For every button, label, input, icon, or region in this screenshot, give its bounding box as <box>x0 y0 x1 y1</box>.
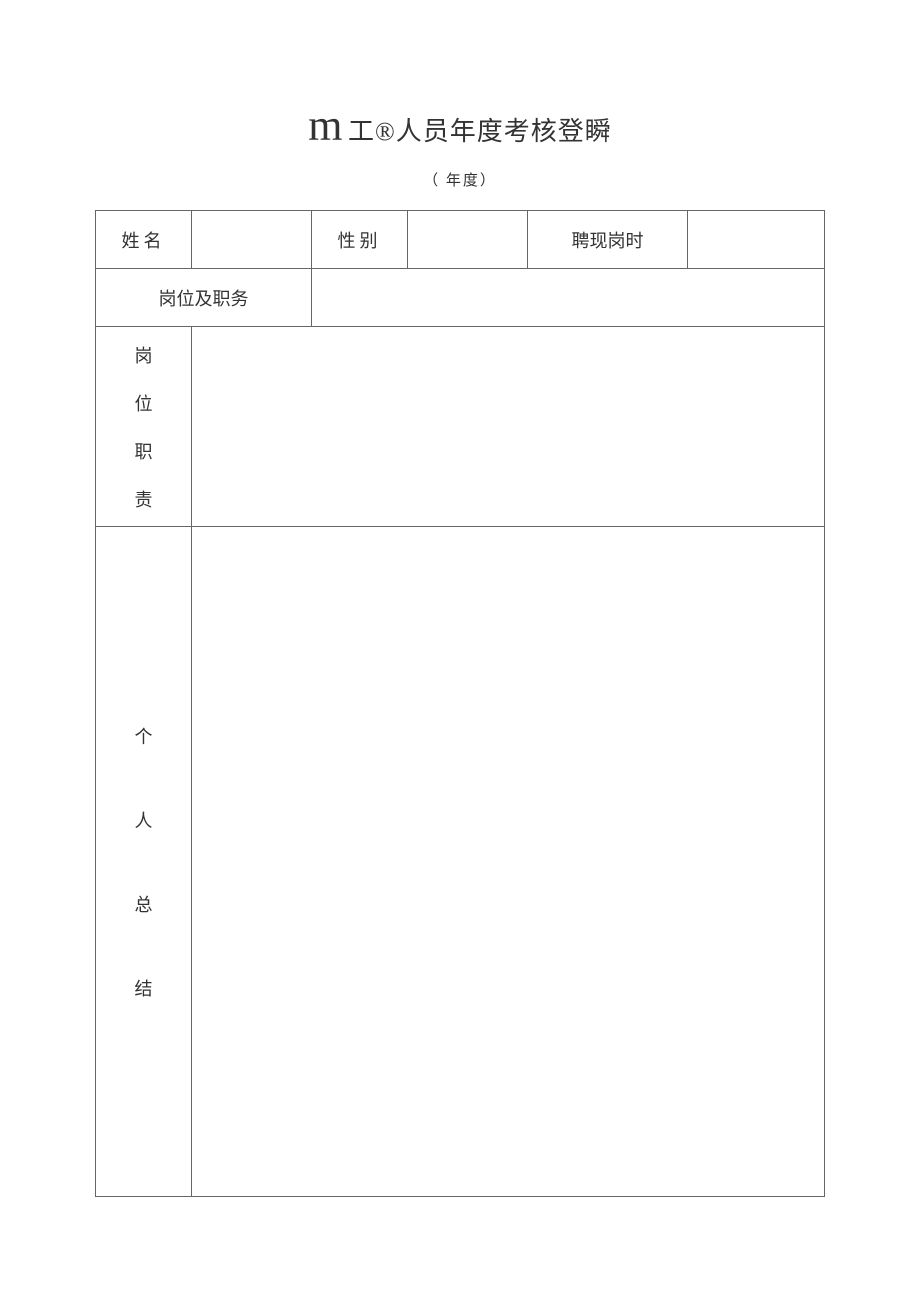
assessment-form-table: 姓名 性别 聘现岗时 岗位及职务 岗 位 职 责 <box>95 210 825 1197</box>
table-row: 岗位及职务 <box>96 269 825 327</box>
table-row: 个 人 总 结 <box>96 527 825 1197</box>
document-title: m 工®人员年度考核登瞬 <box>95 100 825 151</box>
summary-label: 个 人 总 结 <box>96 527 192 1197</box>
page-container: m 工®人员年度考核登瞬 （ 年度） 姓名 性别 聘现岗时 岗位及职务 <box>0 0 920 1257</box>
duties-label: 岗 位 职 责 <box>96 327 192 527</box>
name-value <box>192 211 312 269</box>
document-subtitle: （ 年度） <box>95 169 825 190</box>
title-prefix: m <box>308 101 340 150</box>
hire-time-label: 聘现岗时 <box>528 211 688 269</box>
duties-value <box>192 327 825 527</box>
position-value <box>312 269 825 327</box>
hire-time-value <box>688 211 825 269</box>
summary-value <box>192 527 825 1197</box>
title-text: 工®人员年度考核登瞬 <box>340 117 611 146</box>
duties-label-text: 岗 位 职 责 <box>96 327 191 526</box>
name-label: 姓名 <box>96 211 192 269</box>
summary-label-text: 个 人 总 结 <box>96 527 191 1196</box>
position-label: 岗位及职务 <box>96 269 312 327</box>
gender-label: 性别 <box>312 211 408 269</box>
gender-value <box>408 211 528 269</box>
table-row: 岗 位 职 责 <box>96 327 825 527</box>
table-row: 姓名 性别 聘现岗时 <box>96 211 825 269</box>
